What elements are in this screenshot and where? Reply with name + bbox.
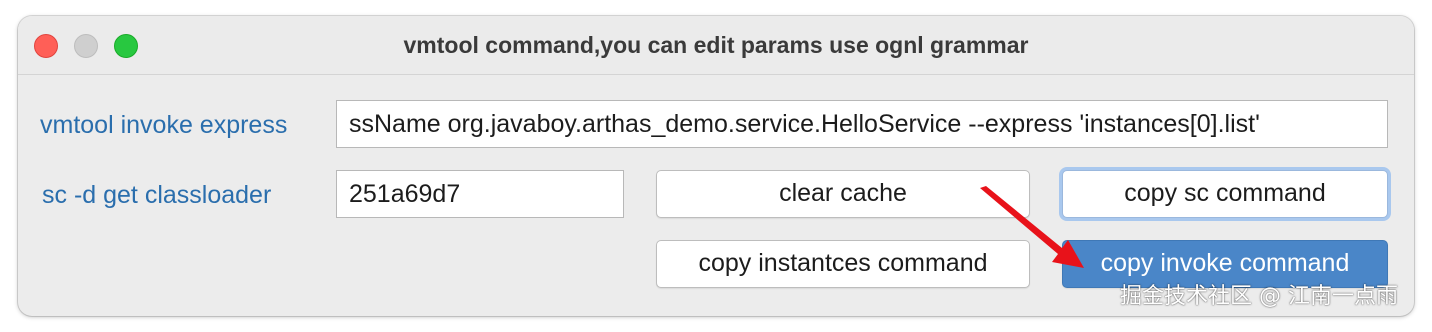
title-bar: vmtool command,you can edit params use o… — [18, 16, 1414, 75]
classloader-input[interactable]: 251a69d7 — [336, 170, 624, 218]
classloader-label: sc -d get classloader — [42, 181, 272, 209]
window-title: vmtool command,you can edit params use o… — [403, 32, 1029, 58]
dialog-window: vmtool command,you can edit params use o… — [18, 16, 1414, 316]
copy-instances-command-button[interactable]: copy instantces command — [656, 240, 1030, 288]
watermark-text: 掘金技术社区 @ 江南一点雨 — [1120, 284, 1398, 309]
invoke-express-label: vmtool invoke express — [40, 111, 288, 139]
red-arrow-annotation — [980, 186, 1084, 268]
clear-cache-button[interactable]: clear cache — [656, 170, 1030, 218]
invoke-express-input[interactable]: ssName org.javaboy.arthas_demo.service.H… — [336, 100, 1388, 148]
copy-sc-command-button[interactable]: copy sc command — [1062, 170, 1388, 218]
